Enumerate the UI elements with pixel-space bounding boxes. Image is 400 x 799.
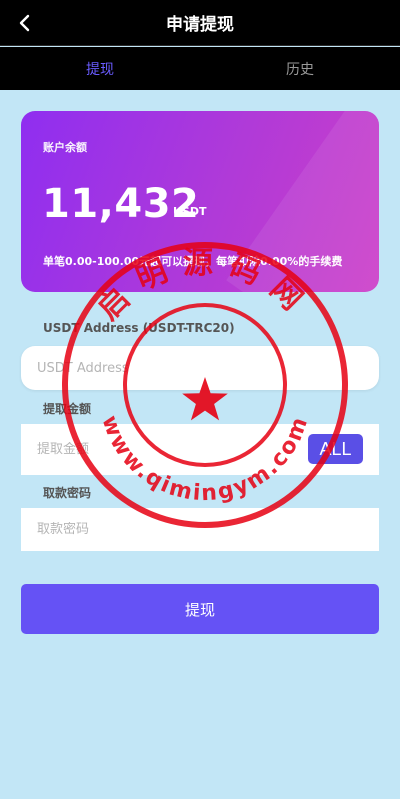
address-field-container: [21, 346, 379, 390]
all-amount-button[interactable]: ALL: [308, 434, 363, 464]
address-input[interactable]: [37, 360, 277, 376]
password-input[interactable]: [37, 522, 277, 537]
chevron-left-icon: [19, 14, 30, 32]
page-title: 申请提现: [166, 15, 234, 35]
app-header: 申请提现: [0, 0, 400, 46]
tab-history[interactable]: 历史: [200, 47, 400, 90]
password-label: 取款密码: [43, 486, 92, 500]
address-label: USDT Address (USDT-TRC20): [43, 321, 235, 335]
withdraw-rule-note: 单笔0.00-100.00元起可以提现，每笔扣除0.00%的手续费: [43, 255, 343, 268]
balance-label: 账户余额: [43, 141, 87, 154]
balance-unit: USDT: [173, 205, 207, 218]
tab-withdraw[interactable]: 提现: [0, 47, 200, 90]
submit-withdraw-button[interactable]: 提现: [21, 584, 379, 634]
tab-bar: 提现 历史: [0, 47, 400, 90]
amount-input[interactable]: [37, 442, 277, 457]
amount-label: 提取金额: [43, 402, 92, 416]
balance-amount: 11,432: [42, 181, 200, 227]
amount-field-container: ALL: [21, 424, 379, 475]
back-button[interactable]: [12, 10, 38, 36]
balance-card: 账户余额 11,432 USDT 单笔0.00-100.00元起可以提现，每笔扣…: [21, 111, 379, 292]
password-field-container: [21, 508, 379, 551]
